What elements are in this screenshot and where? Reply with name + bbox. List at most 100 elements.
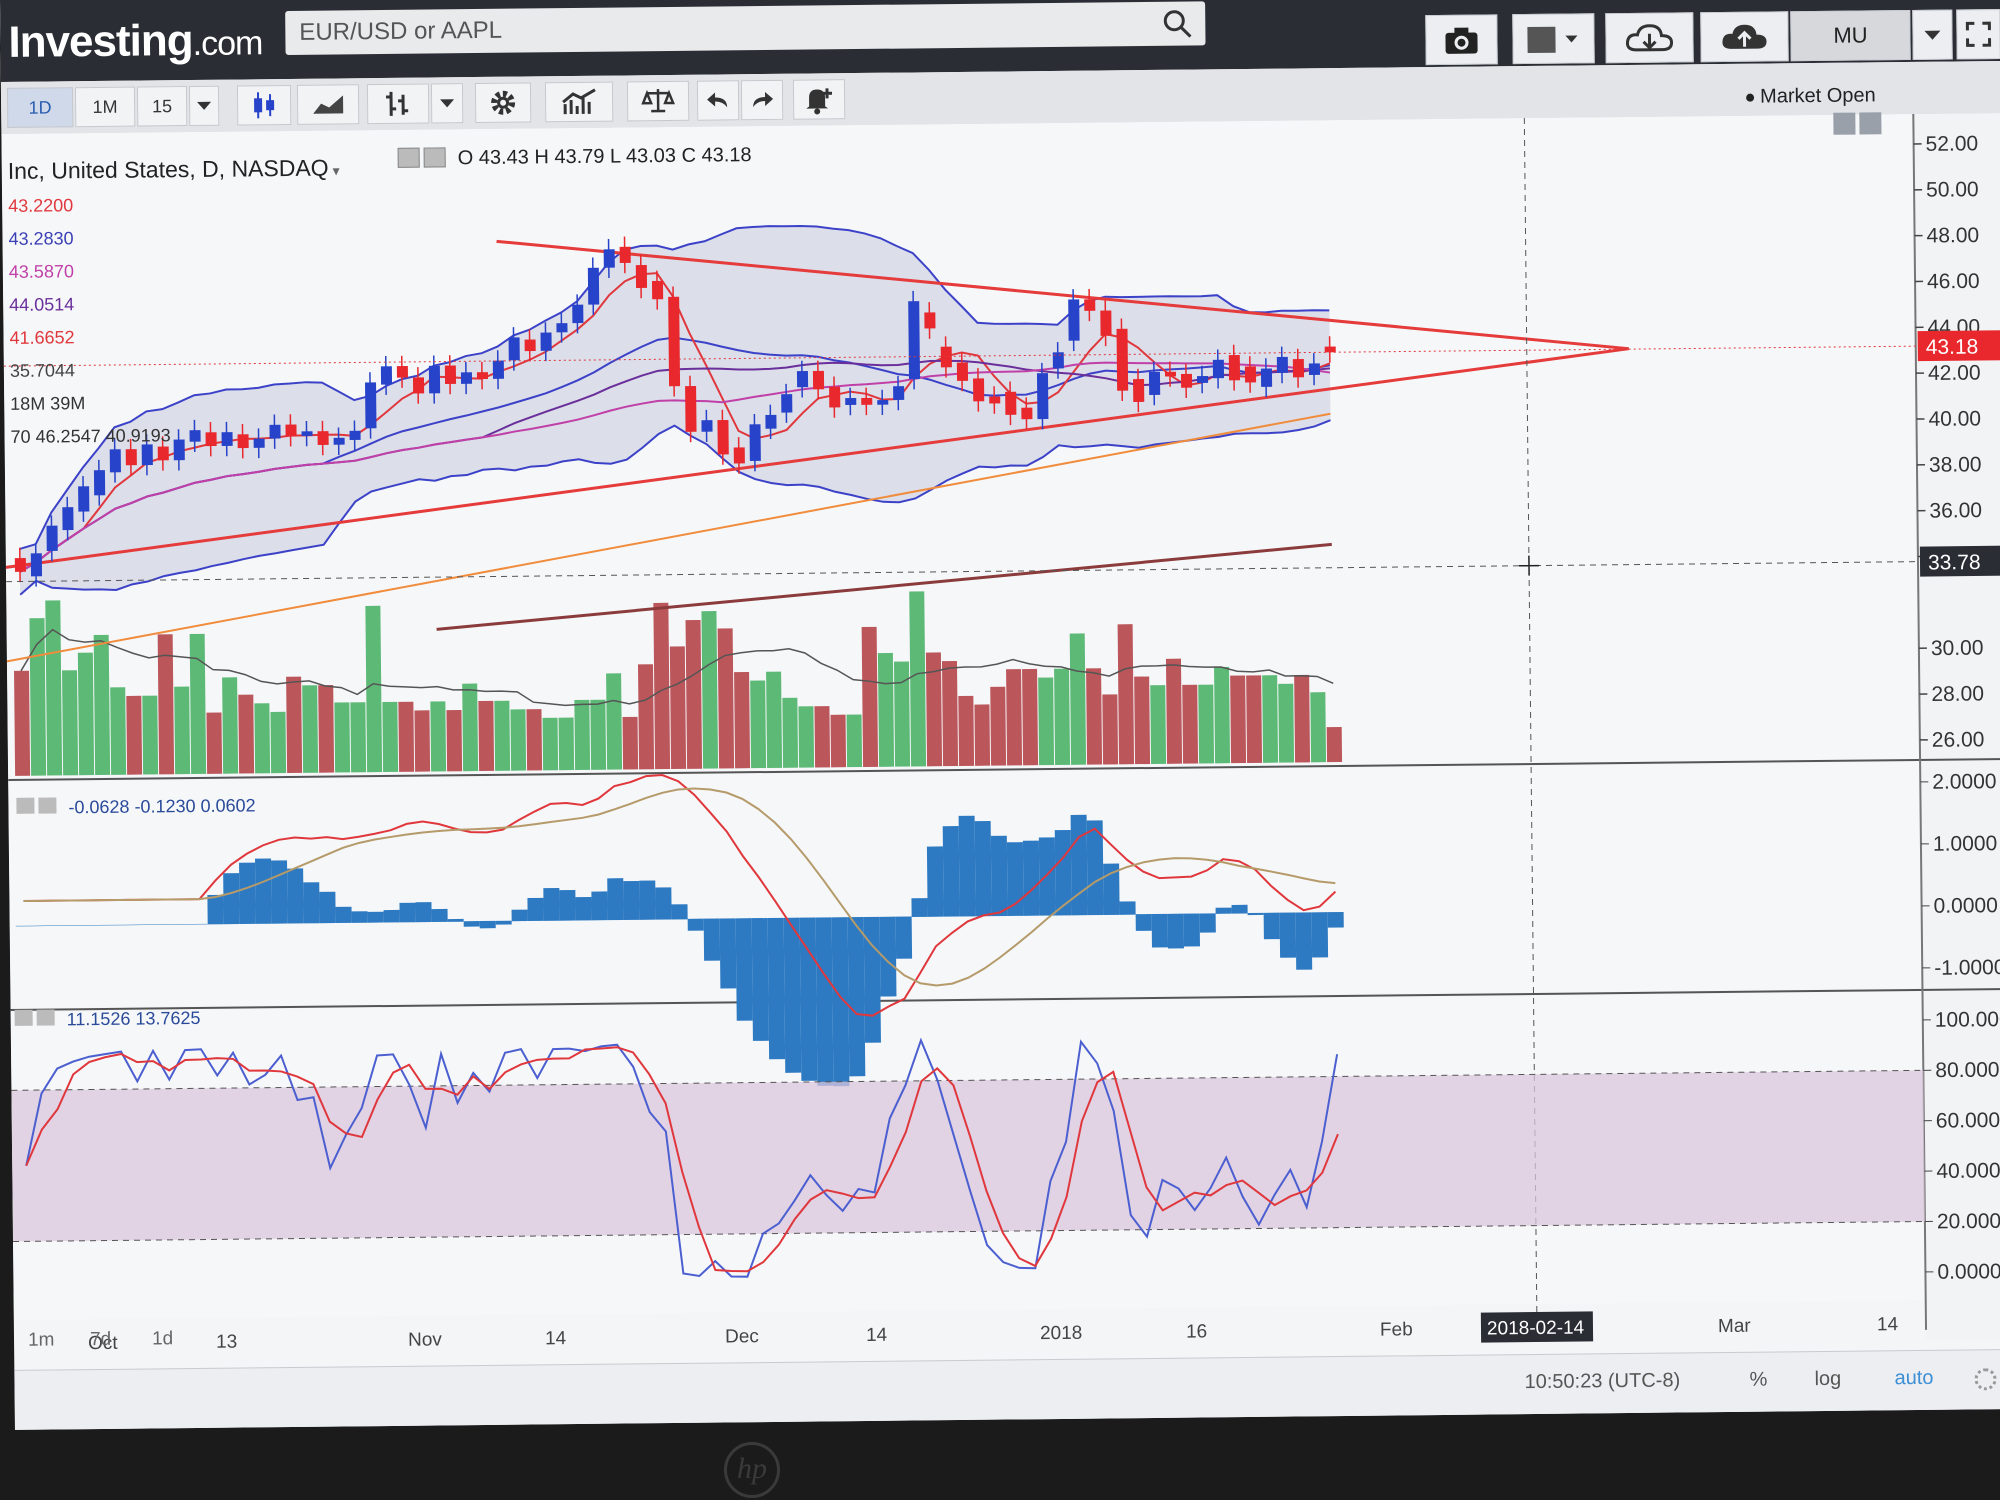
macd-histogram-bar	[1327, 911, 1344, 928]
pane-up-icon[interactable]	[1833, 112, 1856, 135]
price-tick-label: 50.00	[1926, 178, 1979, 202]
auto-scale-toggle[interactable]: auto	[1894, 1367, 1933, 1390]
candle-body	[380, 366, 393, 385]
macd-histogram-bar	[431, 908, 448, 923]
candle-body	[1308, 363, 1320, 375]
chart-area[interactable]: 52.0050.0048.0046.0044.0042.0040.0038.00…	[0, 0, 2000, 1430]
volume-bar	[286, 676, 303, 774]
candle-body	[1068, 299, 1080, 341]
volume-bar	[1294, 674, 1311, 763]
candle-body	[812, 370, 825, 390]
indicator-value: 43.2830	[8, 228, 74, 249]
volume-bar	[1069, 633, 1087, 765]
volume-bar	[1230, 675, 1247, 764]
footer-gear-icon[interactable]	[1974, 1368, 1997, 1391]
macd-histogram-bar	[303, 882, 320, 924]
candle-body	[508, 337, 520, 361]
volume-bar	[974, 704, 991, 766]
volume-bar	[941, 661, 959, 767]
price-tick-label: 30.00	[1931, 637, 1984, 661]
indicator-value: 41.6652	[9, 327, 75, 348]
status-dot-icon	[1746, 93, 1755, 102]
candle-body	[1197, 376, 1209, 384]
macd-histogram-bar	[287, 868, 304, 924]
volume-bar	[254, 703, 271, 774]
candle-body	[989, 396, 1001, 404]
volume-bar	[1310, 692, 1327, 763]
macd-settings-icon[interactable]	[16, 797, 35, 814]
volume-bar	[766, 671, 783, 769]
candle-body	[189, 430, 201, 442]
macd-histogram-bar	[271, 860, 288, 924]
stoch-settings-icon[interactable]	[14, 1009, 33, 1026]
macd-histogram-bar	[1231, 904, 1248, 914]
macd-histogram-bar	[1199, 913, 1216, 933]
eye-icon[interactable]	[397, 147, 420, 168]
volume-bar	[1102, 694, 1119, 765]
gear-icon[interactable]	[423, 147, 446, 168]
volume-bar	[1086, 668, 1103, 765]
log-scale-toggle[interactable]: log	[1814, 1368, 1841, 1391]
volume-bar	[990, 686, 1007, 766]
macd-histogram-bar	[926, 846, 944, 917]
volume-bar	[669, 646, 687, 770]
volume-bar	[1246, 675, 1263, 763]
macd-histogram-bar	[383, 909, 400, 923]
macd-histogram-bar	[527, 897, 544, 922]
time-tick-label: 14	[545, 1328, 567, 1349]
candle-body	[221, 432, 233, 446]
price-tick-label: 42.00	[1928, 362, 1981, 386]
ohlc-values: O 43.43 H 43.79 L 43.03 C 43.18	[457, 144, 752, 170]
time-tick-label: 2018	[1040, 1323, 1082, 1344]
volume-bar	[526, 709, 543, 771]
candle-body	[1100, 310, 1112, 336]
macd-histogram-bar	[575, 896, 592, 921]
macd-histogram-bar	[1247, 912, 1264, 916]
candle-body	[701, 420, 713, 432]
range-button-1m[interactable]: 1m	[28, 1330, 55, 1352]
candle-body	[109, 449, 121, 473]
volume-bar	[126, 695, 143, 775]
indicator-value: 44.0514	[9, 294, 75, 315]
candle-body	[125, 449, 137, 466]
volume-bar	[798, 706, 815, 768]
candle-body	[93, 470, 106, 496]
legend-toggle-icons[interactable]	[397, 147, 446, 168]
candle-body	[603, 249, 615, 268]
candle-body	[1133, 378, 1145, 403]
volume-bar	[637, 664, 655, 770]
range-button-7d[interactable]: 7d	[90, 1329, 111, 1351]
candle-body	[781, 394, 793, 413]
macd-histogram-bar	[1070, 814, 1088, 916]
candle-body	[619, 246, 631, 263]
instrument-name: Inc, United States, D, NASDAQ	[7, 154, 329, 184]
candle-body	[685, 385, 697, 432]
close-icon[interactable]	[36, 1009, 55, 1026]
volume-bar	[365, 605, 383, 773]
macd-histogram-bar	[1038, 837, 1056, 916]
percent-scale-toggle[interactable]: %	[1749, 1369, 1767, 1392]
volume-bar	[1198, 684, 1215, 764]
volume-bar	[1054, 668, 1071, 765]
indicator-value: 35.7044	[9, 360, 76, 381]
volume-bar	[1165, 658, 1183, 764]
macd-histogram-bar	[719, 918, 737, 989]
stoch-tick-label: 20.0000	[1937, 1210, 2000, 1234]
candle-body	[173, 439, 185, 461]
candle-body	[237, 434, 249, 449]
range-button-1d[interactable]: 1d	[152, 1328, 173, 1350]
volume-bar	[414, 710, 431, 772]
candle-body	[349, 430, 361, 441]
macd-histogram-bar	[671, 904, 688, 920]
pane-down-icon[interactable]	[1859, 112, 1882, 135]
macd-histogram-bar	[958, 815, 976, 917]
pane-controls[interactable]	[1833, 112, 1882, 140]
settings-dropdown-icon[interactable]: ▾	[329, 162, 339, 178]
macd-histogram-bar	[735, 918, 753, 1021]
close-icon[interactable]	[38, 797, 57, 814]
volume-bar	[846, 714, 863, 768]
macd-histogram-bar	[543, 887, 560, 921]
candle-body	[1244, 366, 1257, 383]
macd-legend: -0.0628 -0.1230 0.0602	[16, 795, 256, 819]
macd-histogram-bar	[607, 878, 624, 921]
